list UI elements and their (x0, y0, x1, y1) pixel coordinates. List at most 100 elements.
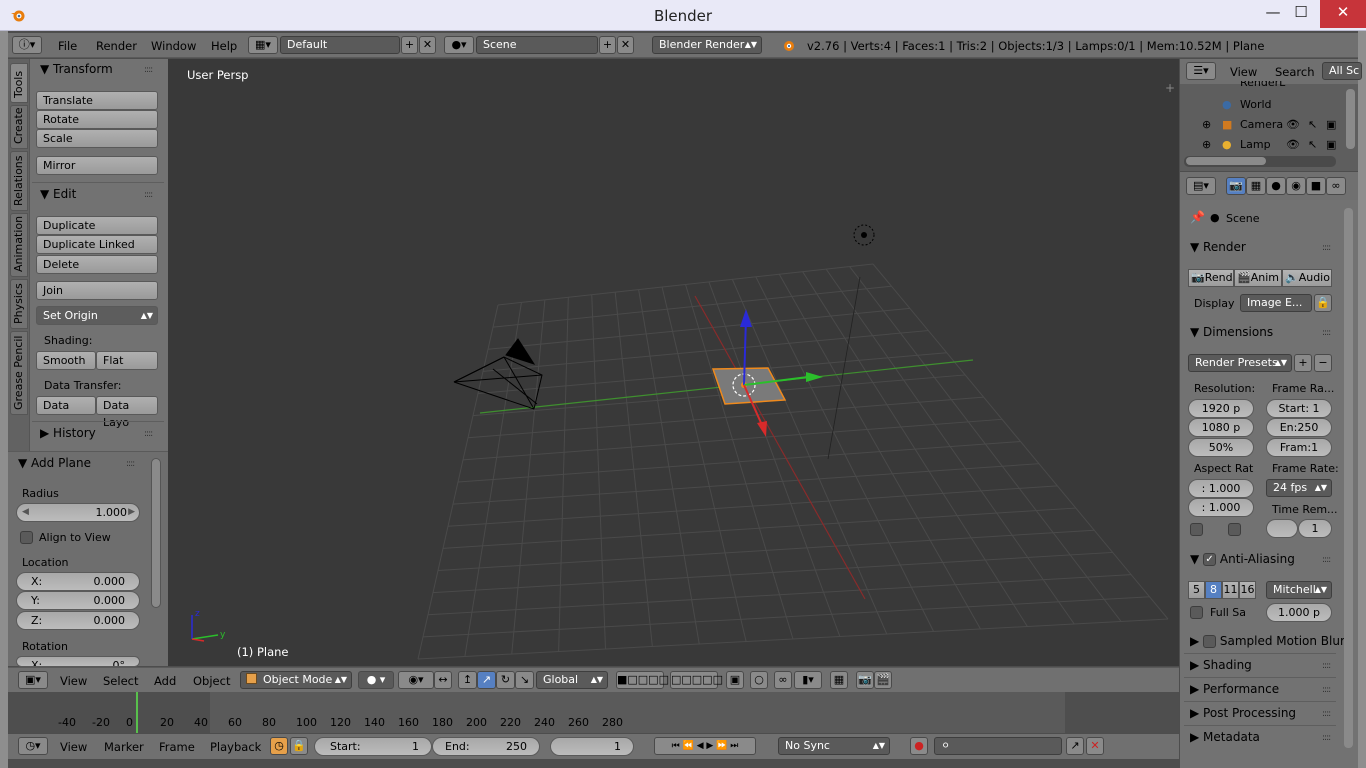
menu-add[interactable]: Add (154, 674, 176, 688)
outliner-row-camera[interactable]: ⊕ ■ Camera 👁 ↖ ▣ (1180, 115, 1345, 135)
menu-render[interactable]: Render (96, 39, 137, 53)
render-tab-icon[interactable]: 📷 (1226, 177, 1246, 195)
location-x-field[interactable]: X: 0.000 (16, 572, 140, 591)
start-frame-field[interactable]: Start: 1 (314, 737, 432, 756)
radius-field[interactable]: ◀ 1.000 ▶ (16, 503, 140, 522)
eye-icon[interactable]: 👁 (1286, 138, 1300, 151)
pivot-point-select[interactable]: ◉▾ (398, 671, 434, 689)
viewport-shading-select[interactable]: ● ▾ (358, 671, 394, 689)
aa-samples-11[interactable]: 11 (1222, 581, 1239, 599)
current-frame-field[interactable]: 1 (550, 737, 634, 756)
lock-range-icon[interactable]: 🔒 (290, 737, 308, 755)
outliner-row-world[interactable]: ● World (1180, 95, 1345, 115)
add-plane-header[interactable]: ▼ Add Plane (18, 456, 91, 470)
menu-file[interactable]: File (58, 39, 77, 53)
menu-view[interactable]: View (1230, 65, 1257, 79)
grip-icon[interactable]: :::: (1322, 328, 1331, 338)
dimensions-panel-header[interactable]: ▼ Dimensions (1190, 325, 1273, 339)
menu-search[interactable]: Search (1275, 65, 1315, 79)
grip-icon[interactable]: :::: (144, 190, 153, 200)
close-button[interactable]: ✕ (1320, 0, 1366, 28)
remove-layout-icon[interactable]: ✕ (419, 36, 436, 54)
display-mode-select[interactable]: All Sc (1322, 62, 1362, 80)
menu-select[interactable]: Select (103, 674, 138, 688)
performance-panel-header[interactable]: ▶ Performance (1190, 682, 1279, 696)
grip-icon[interactable]: :::: (1322, 243, 1331, 253)
outliner-v-scrollbar[interactable] (1346, 89, 1355, 149)
constraints-tab-icon[interactable]: ∞ (1326, 177, 1346, 195)
scale-button[interactable]: Scale (36, 129, 158, 148)
anti-aliasing-panel-header[interactable]: ▼ ✓ Anti-Aliasing (1190, 552, 1295, 566)
render-audio-button[interactable]: 🔈Audio (1282, 269, 1332, 287)
insert-keyframe-icon[interactable]: ↗ (1066, 737, 1084, 755)
frame-start-field[interactable]: Start: 1 (1266, 399, 1332, 418)
layers-group-1[interactable]: ■□□□□ (616, 671, 669, 689)
render-still-icon[interactable]: 📷 (856, 671, 874, 689)
lock-interface-icon[interactable]: 🔒 (1314, 294, 1332, 312)
menu-view[interactable]: View (60, 674, 87, 688)
preview-range-icon[interactable]: ◷ (270, 737, 288, 755)
join-button[interactable]: Join (36, 281, 158, 300)
tab-tools[interactable]: Tools (10, 63, 28, 103)
render-panel-header[interactable]: ▼ Render (1190, 240, 1246, 254)
pin-icon[interactable]: 📌 (1190, 210, 1205, 224)
outliner-editor-type-icon[interactable]: ☰▾ (1186, 62, 1216, 80)
grip-icon[interactable]: :::: (1322, 709, 1331, 719)
outliner-h-scrollbar[interactable] (1184, 156, 1336, 167)
grip-icon[interactable]: :::: (144, 429, 153, 439)
remove-preset-icon[interactable]: − (1314, 354, 1332, 372)
expand-icon[interactable]: ⊕ (1202, 138, 1211, 151)
menu-object[interactable]: Object (193, 674, 230, 688)
eye-icon[interactable]: 👁 (1286, 118, 1300, 131)
layout-field[interactable]: Default (280, 36, 400, 54)
tab-animation[interactable]: Animation (10, 213, 28, 277)
grip-icon[interactable]: :::: (1322, 685, 1331, 695)
duplicate-button[interactable]: Duplicate (36, 216, 158, 235)
aa-filter-size-field[interactable]: 1.000 p (1266, 603, 1332, 622)
menu-marker[interactable]: Marker (104, 740, 144, 754)
plane-object[interactable] (711, 367, 787, 405)
frame-rate-select[interactable]: 24 fps ▲▼ (1266, 479, 1332, 497)
properties-scrollbar[interactable] (1344, 208, 1353, 748)
object-tab-icon[interactable]: ■ (1306, 177, 1326, 195)
anti-aliasing-checkbox[interactable]: ✓ (1203, 553, 1217, 566)
data-button[interactable]: Data (36, 396, 96, 415)
operator-scrollbar[interactable] (151, 458, 161, 608)
resolution-y-field[interactable]: 1080 p (1188, 418, 1254, 437)
post-processing-panel-header[interactable]: ▶ Post Processing (1190, 706, 1296, 720)
aa-samples-5[interactable]: 5 (1188, 581, 1205, 599)
full-sample-checkbox[interactable] (1190, 606, 1203, 619)
timeline-editor[interactable]: -40 -20 0 20 40 60 80 100 120 140 160 180 200 220 240 2… (8, 692, 1179, 733)
transform-orientation-select[interactable]: Global ▲▼ (536, 671, 608, 689)
render-icon[interactable]: ▣ (1326, 118, 1336, 131)
scene-tab-icon[interactable]: ● (1266, 177, 1286, 195)
cursor-icon[interactable]: ↖ (1308, 118, 1317, 131)
mirror-button[interactable]: Mirror (36, 156, 158, 175)
add-scene-icon[interactable]: + (599, 36, 616, 54)
translate-mode-icon[interactable]: ↗ (477, 671, 496, 689)
minimize-button[interactable]: — (1258, 0, 1288, 28)
manipulator-toggle-icon[interactable]: ↔ (434, 671, 452, 689)
menu-view[interactable]: View (60, 740, 87, 754)
render-layers-tab-icon[interactable]: ▦ (1246, 177, 1266, 195)
motion-blur-panel-header[interactable]: ▶ Sampled Motion Blur (1190, 634, 1345, 648)
smooth-button[interactable]: Smooth (36, 351, 96, 370)
snap-icon[interactable]: ∞ (774, 671, 792, 689)
time-remap-new-field[interactable]: 1 (1298, 519, 1332, 538)
scene-field[interactable]: Scene (476, 36, 598, 54)
aspect-x-field[interactable]: : 1.000 (1188, 479, 1254, 498)
scale-manipulator-icon[interactable]: ↘ (515, 671, 534, 689)
editor-type-icon[interactable]: ▣▾ (18, 671, 48, 689)
outliner-row-lamp[interactable]: ⊕ ● Lamp 👁 ↖ ▣ (1180, 135, 1345, 155)
shading-panel-header[interactable]: ▶ Shading (1190, 658, 1252, 672)
lamp-object[interactable] (853, 224, 875, 246)
rotate-manipulator-icon[interactable]: ↻ (496, 671, 515, 689)
remove-scene-icon[interactable]: ✕ (617, 36, 634, 54)
aa-filter-select[interactable]: Mitchell- ▲▼ (1266, 581, 1332, 599)
add-preset-icon[interactable]: + (1294, 354, 1312, 372)
gizmo-z-head[interactable] (740, 309, 752, 327)
outliner-row-renderlayers[interactable]: RenderL (1180, 81, 1345, 91)
expand-properties-icon[interactable]: + (1165, 81, 1175, 95)
3d-viewport[interactable]: z y User Persp (1) Plane + (168, 59, 1179, 666)
add-layout-icon[interactable]: + (401, 36, 418, 54)
